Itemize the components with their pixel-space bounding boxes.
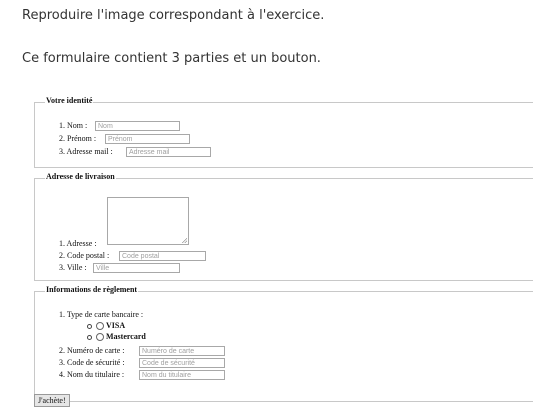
city-input[interactable]: Ville xyxy=(93,263,180,273)
nom-label: 1. Nom : xyxy=(59,121,88,130)
address-label: 1. Adresse : xyxy=(59,239,97,248)
nom-row: 1. Nom : xyxy=(59,121,87,131)
holder-label: 4. Nom du titulaire : xyxy=(59,370,125,379)
identity-fieldset: Votre identité 1. Nom : Nom 2. Prénom : … xyxy=(34,96,533,168)
payment-legend: Informations de règlement xyxy=(45,285,139,294)
delivery-legend: Adresse de livraison xyxy=(45,172,116,181)
instruction-text: Reproduire l'image correspondant à l'exe… xyxy=(22,8,325,23)
security-input[interactable]: Code de sécurité xyxy=(139,358,225,368)
description-text: Ce formulaire contient 3 parties et un b… xyxy=(22,51,321,66)
prenom-label: 2. Prénom : xyxy=(59,134,97,143)
card-number-label: 2. Numéro de carte : xyxy=(59,346,125,355)
postal-row: 2. Code postal : xyxy=(59,251,109,261)
holder-row: 4. Nom du titulaire : xyxy=(59,370,124,380)
email-input[interactable]: Adresse mail xyxy=(126,147,211,157)
address-row: 1. Adresse : xyxy=(59,239,97,249)
visa-label: VISA xyxy=(106,321,126,330)
prenom-row: 2. Prénom : xyxy=(59,134,96,144)
postal-label: 2. Code postal : xyxy=(59,251,110,260)
postal-input[interactable]: Code postal xyxy=(119,251,206,261)
email-label: 3. Adresse mail : xyxy=(59,147,113,156)
security-label: 3. Code de sécurité : xyxy=(59,358,125,367)
card-type-label: 1. Type de carte bancaire : xyxy=(59,310,144,319)
security-row: 3. Code de sécurité : xyxy=(59,358,125,368)
prenom-input[interactable]: Prénom xyxy=(105,134,190,144)
city-label: 3. Ville : xyxy=(59,263,87,272)
payment-fieldset: Informations de règlement 1. Type de car… xyxy=(34,285,533,402)
delivery-fieldset: Adresse de livraison 1. Adresse : 2. Cod… xyxy=(34,172,533,281)
bullet-icon xyxy=(87,324,92,329)
visa-radio[interactable] xyxy=(96,322,104,330)
holder-input[interactable]: Nom du titulaire xyxy=(139,370,225,380)
identity-legend: Votre identité xyxy=(45,96,94,105)
submit-button[interactable]: J'achète! xyxy=(34,394,70,407)
card-number-row: 2. Numéro de carte : xyxy=(59,346,125,356)
nom-input[interactable]: Nom xyxy=(95,121,180,131)
resize-grip-icon[interactable] xyxy=(182,238,187,243)
card-type-row: 1. Type de carte bancaire : xyxy=(59,310,143,320)
card-number-input[interactable]: Numéro de carte xyxy=(139,346,225,356)
form-preview: Votre identité 1. Nom : Nom 2. Prénom : … xyxy=(34,92,533,413)
address-textarea[interactable] xyxy=(107,197,189,245)
email-row: 3. Adresse mail : xyxy=(59,147,113,157)
city-row: 3. Ville : xyxy=(59,263,87,273)
bullet-icon xyxy=(87,335,92,340)
mastercard-label: Mastercard xyxy=(106,332,146,341)
mastercard-radio[interactable] xyxy=(96,333,104,341)
